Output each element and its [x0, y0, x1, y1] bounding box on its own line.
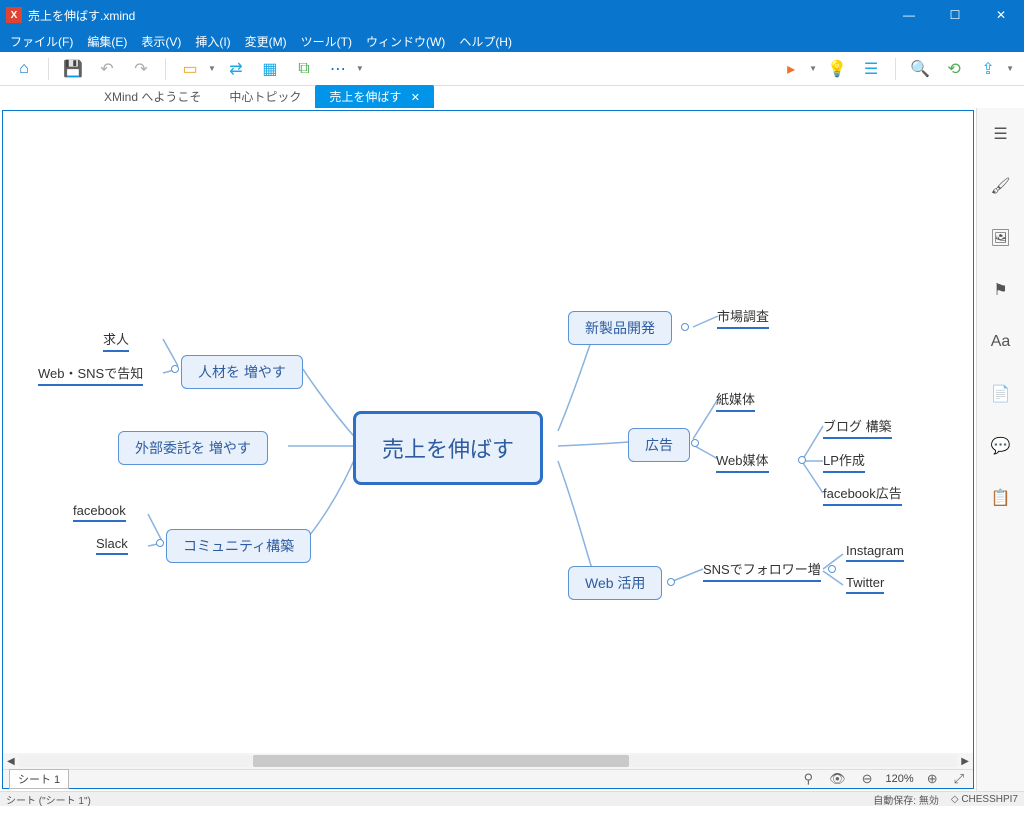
document-tabs: XMind へようこそ 中心トピック 売上を伸ばす ✕ — [0, 86, 1024, 108]
eye-icon[interactable]: 👁 — [826, 771, 849, 787]
leaf-instagram[interactable]: Instagram — [846, 543, 904, 558]
home-button[interactable]: ⌂ — [10, 55, 38, 83]
title-bar: X 売上を伸ばす.xmind — ☐ ✕ — [0, 0, 1024, 30]
close-button[interactable]: ✕ — [978, 0, 1024, 30]
leaf-fbad[interactable]: facebook広告 — [823, 483, 902, 502]
collapse-handle[interactable] — [156, 539, 164, 547]
more-button[interactable]: ⋯ — [324, 55, 352, 83]
outline-icon[interactable]: ☰ — [989, 122, 1013, 146]
tab-welcome[interactable]: XMind へようこそ — [90, 85, 215, 108]
comments-icon[interactable]: 💬 — [989, 434, 1013, 458]
menu-insert[interactable]: 挿入(I) — [191, 31, 234, 52]
leaf-lp[interactable]: LP作成 — [823, 450, 865, 469]
scroll-right-icon[interactable]: ▶ — [957, 756, 973, 767]
fit-icon[interactable]: ⤢ — [951, 771, 967, 787]
toolbar: ⌂ 💾 ↶ ↷ ▭▼ ⇄ ▦ ⧉ ⋯▼ ▸▼ 💡 ☰ 🔍 ⟲ ⇪▼ — [0, 52, 1024, 86]
node-koukoku[interactable]: 広告 — [628, 428, 690, 462]
central-topic[interactable]: 売上を伸ばす — [353, 411, 543, 485]
menu-view[interactable]: 表示(V) — [137, 31, 185, 52]
status-bar: シート ("シート 1") 自動保存: 無効 ◇ CHESSHPI7 — [0, 791, 1024, 806]
collapse-handle[interactable] — [171, 365, 179, 373]
tab-close-icon[interactable]: ✕ — [411, 92, 420, 104]
scroll-thumb[interactable] — [253, 755, 628, 767]
task-icon[interactable]: 📋 — [989, 486, 1013, 510]
side-panel: ☰ 🖌 🖼 ⚑ Aa 📄 💬 📋 — [976, 108, 1024, 791]
scroll-track[interactable] — [19, 755, 958, 767]
workbench: 売上を伸ばす 人材を 増やす 外部委託を 増やす コミュニティ構築 求人 Web… — [0, 108, 1024, 791]
h-scrollbar[interactable]: ◀ ▶ — [3, 753, 973, 769]
search-button[interactable]: 🔍 — [906, 55, 934, 83]
collapse-handle[interactable] — [681, 323, 689, 331]
menu-bar: ファイル(F) 編集(E) 表示(V) 挿入(I) 変更(M) ツール(T) ウ… — [0, 30, 1024, 52]
collapse-handle[interactable] — [828, 565, 836, 573]
image-icon[interactable]: 🖼 — [989, 226, 1013, 250]
leaf-kami[interactable]: 紙媒体 — [716, 389, 755, 408]
maximize-button[interactable]: ☐ — [932, 0, 978, 30]
undo-button[interactable]: ↶ — [93, 55, 121, 83]
leaf-twitter[interactable]: Twitter — [846, 575, 884, 590]
relationship-button[interactable]: ⇄ — [222, 55, 250, 83]
menu-edit[interactable]: 編集(E) — [83, 31, 131, 52]
present-button[interactable]: ▸ — [777, 55, 805, 83]
node-gaibu[interactable]: 外部委託を 増やす — [118, 431, 268, 465]
leaf-slack[interactable]: Slack — [96, 536, 128, 551]
share-button[interactable]: ⟲ — [940, 55, 968, 83]
status-autosave: 自動保存: 無効 — [873, 792, 939, 807]
topic-button[interactable]: ▭ — [176, 55, 204, 83]
tab-current-label: 売上を伸ばす — [329, 90, 401, 104]
sheet-bar: シート 1 ⚲ 👁 ⊖ 120% ⊕ ⤢ — [3, 769, 973, 788]
tab-current[interactable]: 売上を伸ばす ✕ — [315, 85, 434, 108]
leaf-kyujin[interactable]: 求人 — [103, 329, 129, 348]
mindmap-canvas[interactable]: 売上を伸ばす 人材を 増やす 外部委託を 増やす コミュニティ構築 求人 Web… — [3, 111, 973, 753]
zoom-level: 120% — [886, 773, 914, 785]
idea-button[interactable]: 💡 — [823, 55, 851, 83]
node-web[interactable]: Web 活用 — [568, 566, 662, 600]
marker-icon[interactable]: ⚑ — [989, 278, 1013, 302]
status-sheet: シート ("シート 1") — [6, 792, 91, 807]
gantt-button[interactable]: ☰ — [857, 55, 885, 83]
leaf-sns[interactable]: SNSでフォロワー増 — [703, 559, 821, 578]
export-button[interactable]: ⇪ — [974, 55, 1002, 83]
collapse-handle[interactable] — [691, 439, 699, 447]
menu-help[interactable]: ヘルプ(H) — [455, 31, 516, 52]
summary-button[interactable]: ⧉ — [290, 55, 318, 83]
zoom-out-icon[interactable]: ⊖ — [859, 771, 876, 787]
save-button[interactable]: 💾 — [59, 55, 87, 83]
sheet-tab[interactable]: シート 1 — [9, 769, 69, 789]
redo-button[interactable]: ↷ — [127, 55, 155, 83]
leaf-web-sns[interactable]: Web・SNSで告知 — [38, 363, 143, 382]
filter-icon[interactable]: ⚲ — [801, 771, 817, 787]
menu-window[interactable]: ウィンドウ(W) — [362, 31, 449, 52]
menu-file[interactable]: ファイル(F) — [6, 31, 77, 52]
node-shinseihin[interactable]: 新製品開発 — [568, 311, 672, 345]
menu-tools[interactable]: ツール(T) — [297, 31, 356, 52]
leaf-facebook[interactable]: facebook — [73, 503, 126, 518]
menu-modify[interactable]: 変更(M) — [241, 31, 291, 52]
status-machine: ◇ CHESSHPI7 — [951, 794, 1018, 805]
tab-central-topic[interactable]: 中心トピック — [215, 85, 315, 108]
format-icon[interactable]: 🖌 — [989, 174, 1013, 198]
node-community[interactable]: コミュニティ構築 — [166, 529, 311, 563]
collapse-handle[interactable] — [798, 456, 806, 464]
minimize-button[interactable]: — — [886, 0, 932, 30]
leaf-blog[interactable]: ブログ 構築 — [823, 416, 892, 435]
node-jinzai[interactable]: 人材を 増やす — [181, 355, 303, 389]
collapse-handle[interactable] — [667, 578, 675, 586]
window-title: 売上を伸ばす.xmind — [28, 7, 886, 24]
leaf-shijou[interactable]: 市場調査 — [717, 306, 769, 325]
notes-icon[interactable]: 📄 — [989, 382, 1013, 406]
app-icon: X — [6, 7, 22, 23]
canvas-wrap: 売上を伸ばす 人材を 増やす 外部委託を 増やす コミュニティ構築 求人 Web… — [2, 110, 974, 789]
leaf-webbaitai[interactable]: Web媒体 — [716, 450, 769, 469]
scroll-left-icon[interactable]: ◀ — [3, 756, 19, 767]
font-icon[interactable]: Aa — [989, 330, 1013, 354]
zoom-in-icon[interactable]: ⊕ — [924, 771, 941, 787]
boundary-button[interactable]: ▦ — [256, 55, 284, 83]
